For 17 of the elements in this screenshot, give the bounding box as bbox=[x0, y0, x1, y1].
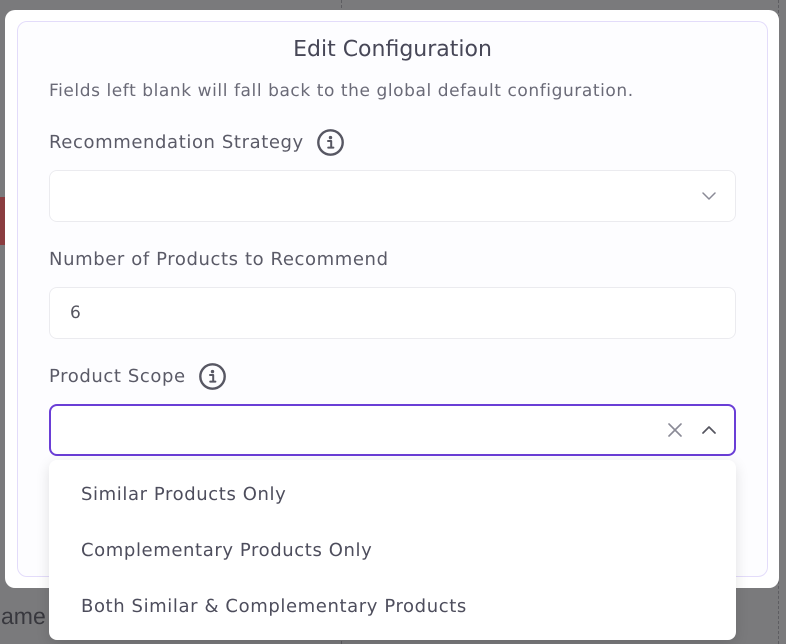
dropdown-option[interactable]: Complementary Products Only bbox=[49, 522, 736, 578]
chevron-down-icon bbox=[702, 192, 716, 200]
clear-icon[interactable] bbox=[668, 423, 682, 437]
number-input[interactable]: 6 bbox=[49, 287, 736, 339]
field-label: Recommendation Strategy bbox=[49, 130, 304, 154]
select-field[interactable] bbox=[49, 404, 736, 456]
dropdown-option[interactable]: Both Similar & Complementary Products bbox=[49, 578, 736, 634]
field-label: Product Scope bbox=[49, 364, 186, 388]
field-label: Number of Products to Recommend bbox=[49, 248, 389, 272]
info-icon[interactable] bbox=[198, 363, 226, 390]
dropdown-option[interactable]: Similar Products Only bbox=[49, 466, 736, 522]
background-block bbox=[0, 197, 5, 245]
dialog-title: Edit Configuration bbox=[292, 36, 493, 64]
chevron-up-icon bbox=[702, 426, 716, 434]
info-icon[interactable] bbox=[316, 129, 344, 156]
dialog-description: Fields left blank will fall back to the global default configuration. bbox=[49, 81, 635, 101]
background-text: ame bbox=[1, 602, 46, 631]
